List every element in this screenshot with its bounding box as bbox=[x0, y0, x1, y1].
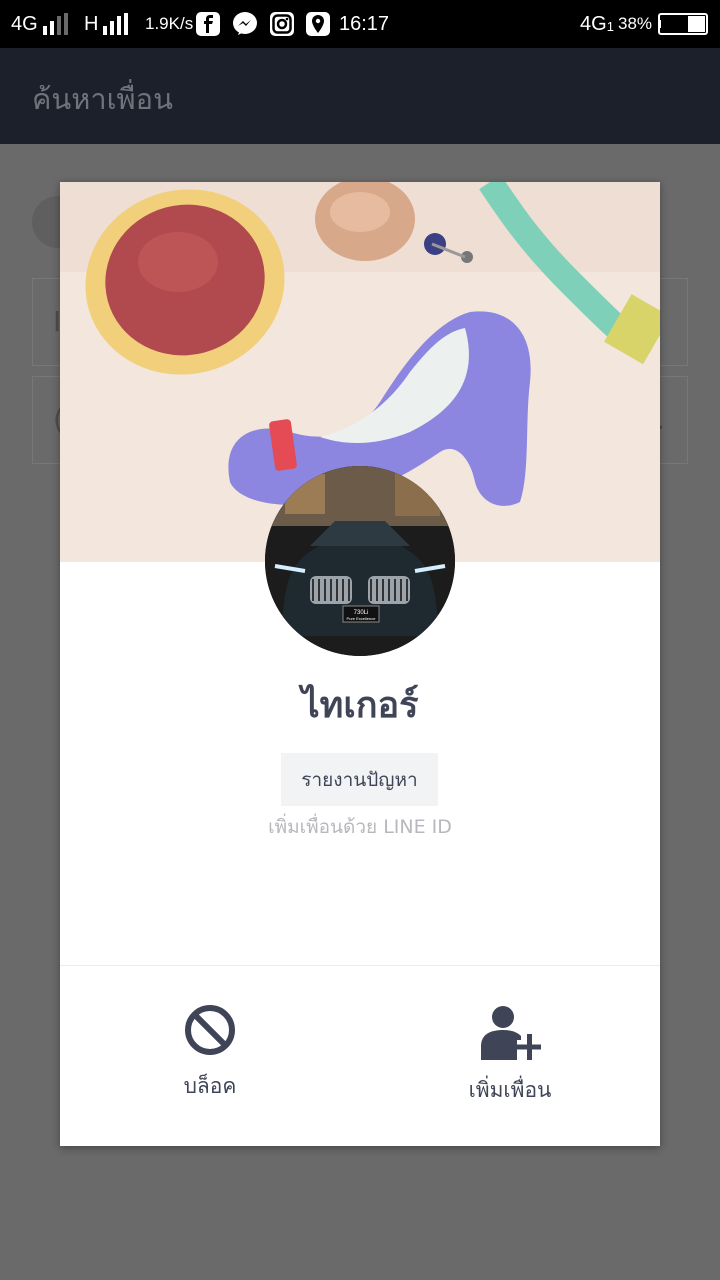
maps-icon bbox=[306, 12, 330, 36]
add-friend-button[interactable]: เพิ่มเพื่อน bbox=[420, 1004, 600, 1114]
block-button[interactable]: บล็อค bbox=[120, 1004, 300, 1114]
report-problem-button[interactable]: รายงานปัญหา bbox=[281, 753, 438, 806]
add-friend-icon bbox=[481, 1006, 541, 1060]
profile-dialog: 730Li Pure Excellence ไทเกอร์ รายงานปัญห… bbox=[60, 182, 660, 1146]
network-type-right: 4G bbox=[580, 12, 607, 35]
block-label: บล็อค bbox=[183, 1074, 237, 1098]
signal-bars-icon bbox=[42, 13, 68, 35]
signal-4g-right: 4G 1 bbox=[580, 12, 614, 35]
facebook-icon bbox=[196, 12, 220, 36]
status-bar: 4G H 1.9K/s 16:17 4G 1 38% bbox=[0, 0, 720, 48]
battery-icon bbox=[658, 0, 708, 48]
network-speed: 1.9K/s bbox=[145, 14, 194, 33]
signal-bars-icon bbox=[103, 13, 129, 35]
clock: 16:17 bbox=[339, 12, 390, 35]
avatar[interactable]: 730Li Pure Excellence bbox=[265, 466, 455, 656]
profile-name: ไทเกอร์ bbox=[301, 685, 419, 726]
block-icon bbox=[185, 1005, 235, 1055]
app-bar: ค้นหาเพื่อน bbox=[0, 48, 720, 144]
signal-h: H bbox=[84, 0, 129, 48]
notification-icons bbox=[196, 0, 330, 48]
messenger-icon bbox=[232, 11, 258, 37]
page-title: ค้นหาเพื่อน bbox=[32, 82, 173, 116]
plate-subtext: Pure Excellence bbox=[347, 616, 377, 621]
network-h-label: H bbox=[84, 12, 99, 35]
signal-4g: 4G bbox=[11, 0, 68, 48]
battery-percent: 38% bbox=[618, 14, 653, 33]
divider bbox=[60, 965, 660, 966]
line-id-note: เพิ่มเพื่อนด้วย LINE ID bbox=[268, 816, 452, 838]
instagram-icon bbox=[270, 12, 294, 36]
network-type-label: 4G bbox=[11, 12, 38, 35]
add-friend-label: เพิ่มเพื่อน bbox=[468, 1078, 552, 1102]
